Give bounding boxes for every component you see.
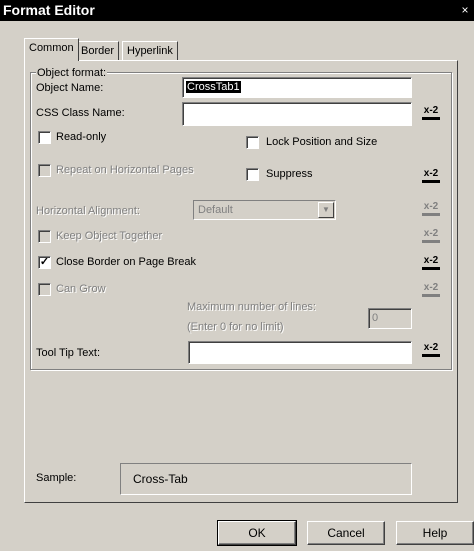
close-border-label: Close Border on Page Break [56,256,197,268]
horizontal-alignment-select[interactable]: Default ▼ [193,200,336,220]
formula-icon: x-2 [423,168,439,179]
css-class-input[interactable] [182,102,412,126]
read-only-checkbox[interactable] [38,131,51,144]
can-grow-label: Can Grow [56,283,106,295]
tooltip-label: Tool Tip Text: [36,347,100,359]
keep-together-checkbox[interactable] [38,230,51,243]
horizontal-alignment-value: Default [198,204,233,216]
tab-border[interactable]: Border [76,41,120,61]
tooltip-input[interactable] [188,341,412,364]
keep-together-label: Keep Object Together [56,230,163,242]
object-name-input[interactable]: CrossTab1 [182,77,412,98]
read-only-label: Read-only [56,131,107,143]
formula-icon: x-2 [423,228,439,239]
suppress-label: Suppress [266,168,313,180]
can-grow-formula-button[interactable]: x-2 [419,281,443,303]
alignment-formula-button[interactable]: x-2 [419,200,443,222]
repeat-horizontal-checkbox[interactable] [38,164,51,177]
ok-button[interactable]: OK [217,520,297,546]
tab-hyperlink[interactable]: Hyperlink [122,41,178,61]
help-button[interactable]: Help [396,521,474,545]
css-class-label: CSS Class Name: [36,107,125,119]
object-format-label: Object format: [36,66,108,80]
formula-icon: x-2 [423,282,439,293]
suppress-checkbox[interactable] [246,168,259,181]
css-class-formula-button[interactable]: x-2 [419,104,443,126]
suppress-formula-button[interactable]: x-2 [419,167,443,189]
window-title: Format Editor [0,0,474,21]
sample-label: Sample: [36,472,77,484]
tooltip-formula-button[interactable]: x-2 [419,341,443,363]
max-lines-label: Maximum number of lines: [187,301,316,313]
cancel-button[interactable]: Cancel [307,521,385,545]
formula-icon: x-2 [423,255,439,266]
max-lines-input[interactable]: 0 [368,308,412,329]
formula-icon: x-2 [423,105,439,116]
repeat-horizontal-label: Repeat on Horizontal Pages [56,164,194,176]
object-name-value: CrossTab1 [186,81,241,93]
tab-common[interactable]: Common [24,38,79,61]
chevron-down-icon: ▼ [318,202,334,218]
object-name-label: Object Name: [36,82,104,94]
lock-position-checkbox[interactable] [246,136,259,149]
formula-icon: x-2 [423,342,439,353]
lock-position-label: Lock Position and Size [266,136,378,148]
max-lines-hint: (Enter 0 for no limit) [187,321,284,333]
close-border-checkbox[interactable]: ✓ [38,256,51,269]
horizontal-alignment-label: Horizontal Alignment: [36,205,140,217]
close-icon[interactable]: × [458,3,472,17]
can-grow-checkbox[interactable] [38,283,51,296]
sample-preview: Cross-Tab [120,463,412,495]
formula-icon: x-2 [423,201,439,212]
close-border-formula-button[interactable]: x-2 [419,254,443,276]
keep-together-formula-button[interactable]: x-2 [419,227,443,249]
